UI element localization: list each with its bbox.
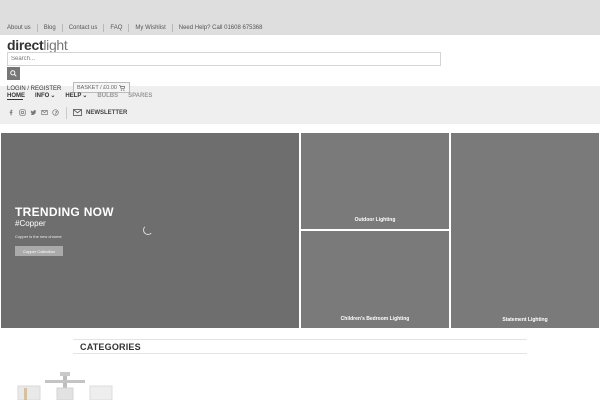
divider [73,353,527,354]
about-us-link[interactable]: About us [7,25,31,31]
ceiling-light-image[interactable] [10,370,120,400]
search-icon [10,70,17,77]
hero-banner[interactable]: TRENDING NOW #Copper Copper is the new c… [1,133,299,328]
hero-subtitle: Copper is the new chrome [15,234,62,239]
twitter-icon[interactable] [30,109,37,116]
help-phone: Need Help? Call 01608 675368 [178,25,263,31]
tile-label: Statement Lighting [502,317,548,323]
top-bar: About us Blog Contact us FAQ My Wishlist… [0,0,600,35]
wishlist-link[interactable]: My Wishlist [135,25,165,31]
categories-heading: CATEGORIES [80,342,141,352]
tile-childrens-bedroom-lighting[interactable]: Children's Bedroom Lighting [301,231,449,328]
newsletter-label: NEWSLETTER [86,109,128,116]
main-menu: HOME INFO ⌄ HELP ⌄ BULBS SPARES [7,92,162,100]
blog-link[interactable]: Blog [44,25,56,31]
menu-spares[interactable]: SPARES [128,92,152,99]
pinterest-icon[interactable] [52,109,59,116]
envelope-icon [73,109,82,116]
contact-us-link[interactable]: Contact us [69,25,98,31]
facebook-icon[interactable] [8,109,15,116]
search-button[interactable] [7,67,20,80]
divider [171,24,173,32]
site-logo[interactable]: directlight [7,37,68,53]
hero-title: TRENDING NOW [15,205,114,219]
faq-link[interactable]: FAQ [110,25,122,31]
menu-help[interactable]: HELP ⌄ [65,92,88,100]
newsletter-link[interactable]: NEWSLETTER [73,109,127,116]
chevron-down-icon: ⌄ [50,93,56,99]
tile-statement-lighting[interactable]: Statement Lighting [451,133,599,328]
menu-home[interactable]: HOME [7,92,25,99]
loading-spinner-icon [143,225,153,235]
divider [73,339,527,340]
menu-info[interactable]: INFO ⌄ [35,92,56,100]
instagram-icon[interactable] [19,109,26,116]
search-input[interactable] [7,52,441,66]
divider [103,24,105,32]
divider [61,24,63,32]
divider [66,107,67,119]
hero-tag: #Copper [15,219,46,228]
copper-collection-button[interactable]: Copper Collection [15,246,63,256]
basket-label: BASKET / £0.00 [77,84,117,91]
divider [128,24,130,32]
email-icon[interactable] [41,109,48,116]
top-links: About us Blog Contact us FAQ My Wishlist… [7,24,262,32]
cart-icon [118,84,125,91]
chevron-down-icon: ⌄ [82,93,88,99]
social-links [8,109,59,116]
tile-outdoor-lighting[interactable]: Outdoor Lighting [301,133,449,229]
active-menu-underline [7,99,23,100]
menu-bulbs[interactable]: BULBS [97,92,118,99]
tile-label: Outdoor Lighting [354,217,396,223]
divider [36,24,38,32]
tile-label: Children's Bedroom Lighting [340,316,410,322]
